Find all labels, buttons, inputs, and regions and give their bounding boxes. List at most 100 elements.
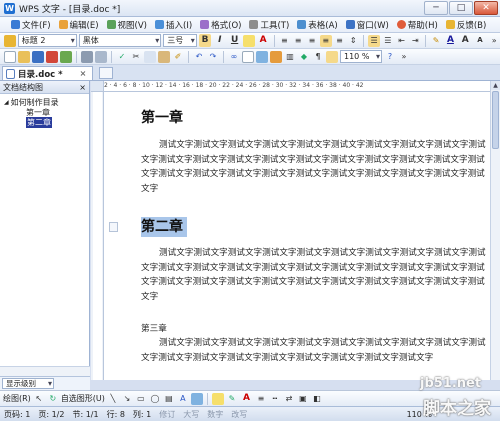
paragraph-3[interactable]: 测试文字测试文字测试文字测试文字测试文字测试文字测试文字测试文字测试文字测试文字…	[141, 336, 490, 365]
horizontal-ruler[interactable]: 2 · 4 · 6 · 8 · 10 · 12 · 14 · 16 · 18 ·…	[104, 81, 490, 92]
more-icon[interactable]: »	[488, 35, 500, 47]
copy-icon[interactable]	[144, 50, 156, 63]
dash-style-icon[interactable]: ┅	[269, 393, 281, 405]
mail-icon[interactable]	[60, 50, 72, 63]
fill-color-icon[interactable]	[211, 392, 224, 405]
nav-node-chapter-1[interactable]: 第一章	[4, 107, 89, 117]
maximize-button[interactable]: □	[449, 1, 473, 15]
menu-format[interactable]: 格式(O)	[197, 18, 244, 32]
bold-button[interactable]: B	[198, 34, 212, 47]
undo-icon[interactable]: ↶	[193, 51, 205, 63]
decrease-indent-icon[interactable]: ⇤	[396, 35, 408, 47]
grow-font-icon[interactable]: A	[459, 34, 472, 47]
font-color-a-icon[interactable]: A	[444, 34, 457, 47]
columns-icon[interactable]: ▥	[284, 51, 296, 63]
chart-icon[interactable]	[270, 50, 282, 63]
new-document-icon[interactable]	[4, 50, 16, 63]
shrink-font-icon[interactable]: A	[474, 34, 487, 47]
italic-button[interactable]: I	[213, 34, 226, 47]
table-icon[interactable]	[242, 50, 254, 63]
textbox-icon[interactable]: ▤	[163, 393, 175, 405]
drawing-icon[interactable]: ◆	[298, 51, 310, 63]
help-icon[interactable]: ?	[384, 51, 396, 63]
spellcheck-icon[interactable]: ✓	[116, 51, 128, 63]
insert-picture-icon[interactable]	[190, 392, 203, 405]
format-painter-icon[interactable]: ✐	[172, 51, 184, 63]
font-color-button[interactable]: A	[257, 34, 270, 47]
cut-icon[interactable]: ✂	[130, 51, 142, 63]
nav-horizontal-scrollbar[interactable]	[0, 366, 90, 376]
collapse-triangle-icon[interactable]: ◢	[4, 99, 9, 106]
more-icon[interactable]: »	[398, 51, 410, 63]
paragraph-1[interactable]: 测试文字测试文字测试文字测试文字测试文字测试文字测试文字测试文字测试文字测试文字…	[141, 138, 490, 196]
line-spacing-icon[interactable]: ⇕	[347, 35, 359, 47]
menu-help[interactable]: 帮助(H)	[394, 18, 441, 32]
rectangle-icon[interactable]: ▭	[135, 393, 147, 405]
font-select[interactable]: 黑体	[78, 34, 162, 47]
select-arrow-icon[interactable]: ↖	[33, 393, 45, 405]
print-icon[interactable]	[81, 50, 93, 63]
heading-chapter-1[interactable]: 第一章	[141, 108, 490, 128]
new-tab-button[interactable]	[99, 67, 114, 79]
scroll-thumb[interactable]	[492, 91, 499, 149]
nav-node-chapter-2[interactable]: 第二章	[4, 116, 89, 128]
align-left-icon[interactable]: ≡	[278, 35, 290, 47]
align-right-icon[interactable]: ≡	[306, 35, 318, 47]
shadow-icon[interactable]: ▣	[297, 393, 309, 405]
tab-close-icon[interactable]: ×	[80, 69, 87, 78]
menu-tools[interactable]: 工具(T)	[246, 18, 292, 32]
heading-chapter-3[interactable]: 第三章	[141, 322, 490, 334]
draw-menu-button[interactable]: 绘图(R)	[3, 393, 31, 404]
menu-file[interactable]: 文件(F)	[8, 18, 54, 32]
menu-view[interactable]: 视图(V)	[104, 18, 150, 32]
distribute-icon[interactable]: ≡	[334, 35, 346, 47]
status-overwrite[interactable]: 改写	[231, 409, 247, 420]
font-size-select[interactable]: 三号	[163, 34, 197, 47]
menu-insert[interactable]: 插入(I)	[152, 18, 195, 32]
document-body[interactable]: 第一章 测试文字测试文字测试文字测试文字测试文字测试文字测试文字测试文字测试文字…	[109, 108, 490, 365]
close-button[interactable]: ✕	[474, 1, 498, 15]
pen-icon[interactable]: ✎	[430, 35, 442, 47]
arrow-style-icon[interactable]: ⇄	[283, 393, 295, 405]
increase-indent-icon[interactable]: ⇥	[410, 35, 422, 47]
open-folder-icon[interactable]	[18, 50, 30, 63]
pane-close-icon[interactable]: ×	[79, 81, 86, 94]
paragraph-2[interactable]: 测试文字测试文字测试文字测试文字测试文字测试文字测试文字测试文字测试文字测试文字…	[141, 246, 490, 304]
minimize-button[interactable]: ─	[424, 1, 448, 15]
save-icon[interactable]	[32, 50, 44, 63]
line-icon[interactable]: ╲	[107, 393, 119, 405]
paragraph-marker-icon[interactable]	[109, 222, 118, 232]
hyperlink-icon[interactable]: ∞	[228, 51, 240, 63]
draw-font-color-icon[interactable]: A	[240, 392, 253, 405]
print-preview-icon[interactable]	[95, 50, 107, 63]
menu-window[interactable]: 窗口(W)	[343, 18, 392, 32]
redo-icon[interactable]: ↷	[207, 51, 219, 63]
align-center-icon[interactable]: ≡	[292, 35, 304, 47]
rotate-icon[interactable]: ↻	[47, 393, 59, 405]
picture-icon[interactable]	[256, 50, 268, 63]
menu-table[interactable]: 表格(A)	[294, 18, 340, 32]
justify-icon[interactable]: ≡	[319, 34, 332, 47]
underline-button[interactable]: U	[228, 34, 241, 47]
bullets-icon[interactable]: ☰	[382, 35, 394, 47]
menu-feedback[interactable]: 反馈(B)	[443, 18, 489, 32]
highlight-icon[interactable]	[242, 34, 255, 47]
scroll-up-arrow-icon[interactable]: ▲	[491, 81, 500, 90]
paste-icon[interactable]	[158, 50, 170, 63]
vertical-ruler[interactable]	[91, 92, 104, 380]
3d-icon[interactable]: ◧	[311, 393, 323, 405]
style-select[interactable]: 标题 2	[17, 34, 77, 47]
vertical-scrollbar[interactable]: ▲	[490, 81, 500, 380]
heading-chapter-2[interactable]: 第二章	[141, 217, 187, 237]
menu-edit[interactable]: 编辑(E)	[56, 18, 102, 32]
oval-icon[interactable]: ◯	[149, 393, 161, 405]
status-revision[interactable]: 修订	[159, 409, 175, 420]
arrow-icon[interactable]: ↘	[121, 393, 133, 405]
ruler-corner[interactable]	[91, 81, 104, 92]
zoom-select[interactable]: 110 %	[340, 50, 382, 63]
line-style-icon[interactable]: ≡	[255, 393, 267, 405]
show-level-select[interactable]: 显示级别	[2, 378, 54, 389]
wordart-icon[interactable]: A	[177, 393, 189, 405]
document-canvas[interactable]: 第一章 测试文字测试文字测试文字测试文字测试文字测试文字测试文字测试文字测试文字…	[104, 92, 490, 380]
autoshapes-menu-button[interactable]: 自选图形(U)	[61, 393, 105, 404]
